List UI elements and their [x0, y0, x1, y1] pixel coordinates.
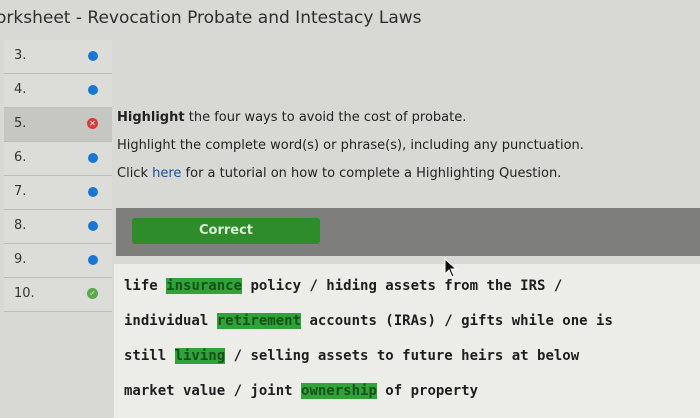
- mouse-cursor-icon: [444, 258, 458, 278]
- status-dot-icon: [88, 51, 98, 61]
- instruction-text: Click: [117, 166, 153, 181]
- question-number: 5.: [14, 116, 27, 131]
- passage-text[interactable]: policy / hiding assets from the IRS /: [242, 278, 562, 294]
- passage-text[interactable]: individual: [124, 313, 217, 329]
- passage-text[interactable]: life: [124, 278, 166, 294]
- passage-text[interactable]: still: [124, 348, 175, 364]
- instruction-line-1: Highlight the four ways to avoid the cos…: [117, 110, 584, 125]
- result-bar: Correct: [116, 208, 700, 256]
- status-dot-icon: [88, 85, 98, 95]
- question-number: 9.: [14, 252, 27, 267]
- passage-line-1: life insurance policy / hiding assets fr…: [124, 278, 562, 294]
- question-number: 3.: [14, 48, 27, 63]
- passage-line-2: individual retirement accounts (IRAs) / …: [124, 313, 613, 329]
- instruction-bold: Highlight: [117, 110, 185, 125]
- passage-line-4: market value / joint ownership of proper…: [124, 383, 478, 399]
- sidebar-item-4[interactable]: 4.: [4, 74, 112, 108]
- status-dot-icon: [88, 221, 98, 231]
- correct-badge: Correct: [132, 218, 320, 244]
- question-number: 4.: [14, 82, 27, 97]
- sidebar-item-6[interactable]: 6.: [4, 142, 112, 176]
- instruction-line-2: Highlight the complete word(s) or phrase…: [117, 138, 584, 153]
- sidebar-item-8[interactable]: 8.: [4, 210, 112, 244]
- question-sidebar: 3. 4. 5. ✕ 6. 7. 8. 9. 10. ✓: [4, 40, 112, 312]
- page-title: orksheet - Revocation Probate and Intest…: [0, 8, 422, 28]
- sidebar-item-9[interactable]: 9.: [4, 244, 112, 278]
- highlighted-phrase[interactable]: living: [174, 348, 226, 364]
- instruction-text: for a tutorial on how to complete a High…: [181, 166, 562, 181]
- question-number: 8.: [14, 218, 27, 233]
- sidebar-item-10[interactable]: 10. ✓: [4, 278, 112, 312]
- passage-text[interactable]: / selling assets to future heirs at belo…: [225, 348, 580, 364]
- sidebar-item-3[interactable]: 3.: [4, 40, 112, 74]
- passage-text[interactable]: accounts (IRAs) / gifts while one is: [301, 313, 612, 329]
- instruction-line-3: Click here for a tutorial on how to comp…: [117, 166, 584, 181]
- sidebar-item-5[interactable]: 5. ✕: [4, 108, 112, 142]
- tutorial-link[interactable]: here: [152, 166, 181, 181]
- answer-passage: life insurance policy / hiding assets fr…: [114, 264, 700, 418]
- status-dot-icon: [88, 153, 98, 163]
- highlighted-phrase[interactable]: retirement: [216, 313, 302, 329]
- passage-text[interactable]: of property: [377, 383, 478, 399]
- status-dot-icon: [88, 187, 98, 197]
- highlighted-phrase[interactable]: insurance: [166, 278, 243, 294]
- check-icon: ✓: [87, 288, 98, 299]
- question-number: 7.: [14, 184, 27, 199]
- instruction-text: the four ways to avoid the cost of proba…: [184, 110, 467, 125]
- incorrect-x-icon: ✕: [87, 118, 98, 129]
- passage-line-3: still living / selling assets to future …: [124, 348, 579, 364]
- passage-text[interactable]: market value / joint: [124, 383, 301, 399]
- highlighted-phrase[interactable]: ownership: [301, 383, 377, 399]
- question-number: 6.: [14, 150, 27, 165]
- question-number: 10.: [14, 286, 35, 301]
- status-dot-icon: [88, 255, 98, 265]
- question-prompt: Highlight the four ways to avoid the cos…: [117, 110, 584, 194]
- sidebar-item-7[interactable]: 7.: [4, 176, 112, 210]
